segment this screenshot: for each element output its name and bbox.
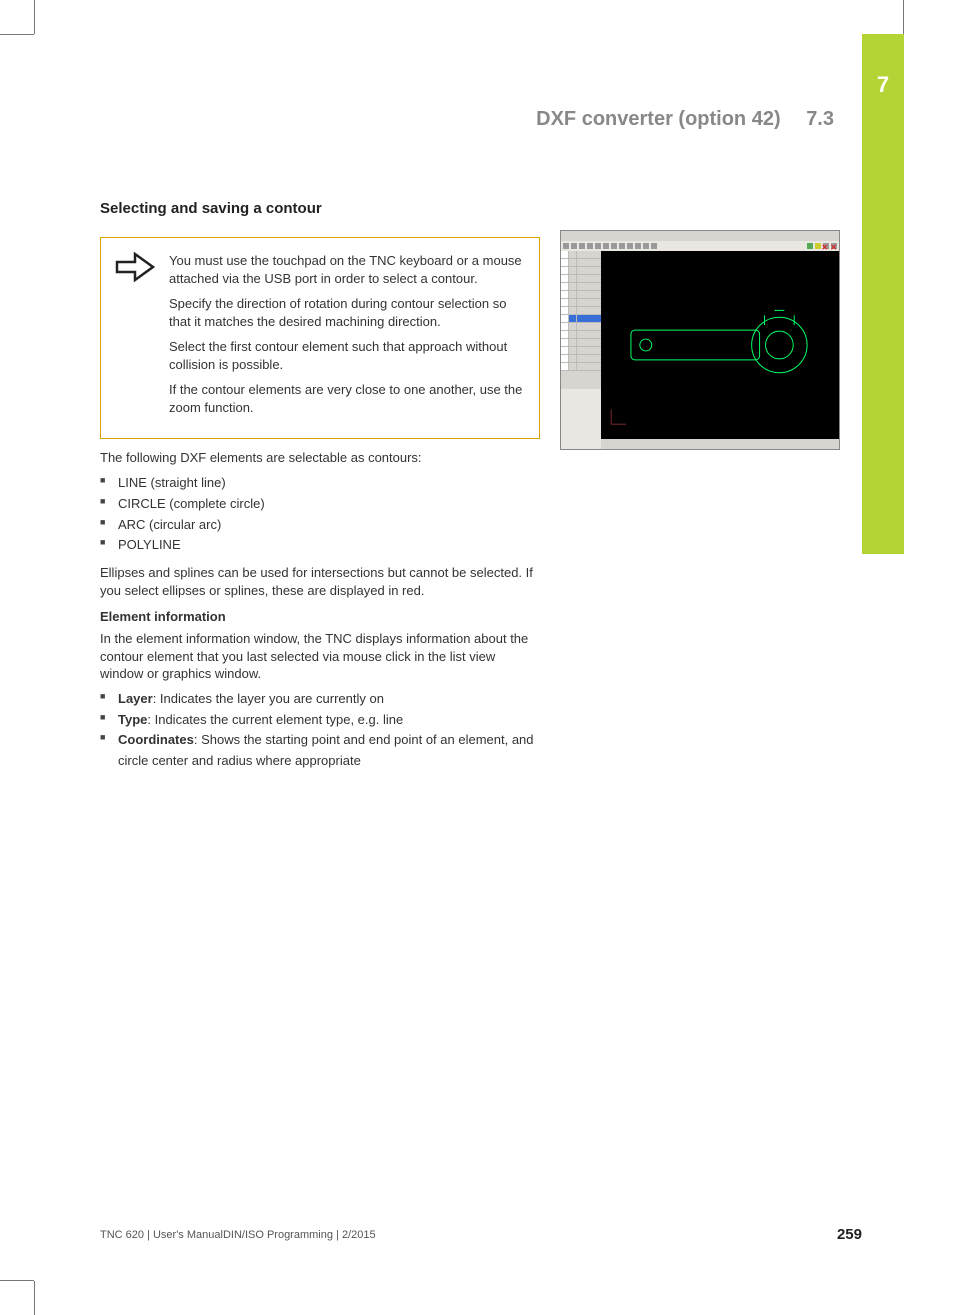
note-p4: If the contour elements are very close t… — [169, 381, 525, 416]
screenshot-titlebar — [561, 231, 839, 241]
text-layer: : Indicates the layer you are currently … — [153, 691, 384, 706]
dxf-elements-list: LINE (straight line) CIRCLE (complete ci… — [100, 473, 540, 556]
crop-mark — [34, 0, 48, 34]
note-box: You must use the touchpad on the TNC key… — [100, 237, 540, 439]
list-item: CIRCLE (complete circle) — [100, 494, 540, 515]
note-p1: You must use the touchpad on the TNC key… — [169, 252, 525, 287]
header-section: 7.3 — [806, 108, 834, 130]
screenshot-statusbar — [601, 439, 839, 449]
crop-mark — [0, 1280, 34, 1281]
chapter-number: 7 — [862, 34, 904, 98]
page-number: 259 — [837, 1226, 862, 1243]
crop-mark — [0, 34, 34, 35]
para-ellipses: Ellipses and splines can be used for int… — [100, 564, 540, 599]
chapter-tab: 7 — [862, 34, 904, 554]
page-footer: TNC 620 | User's ManualDIN/ISO Programmi… — [100, 1226, 862, 1243]
element-info-heading: Element information — [100, 609, 540, 624]
running-header: DXF converter (option 42) 7.3 — [536, 108, 834, 131]
screenshot-info-panel — [561, 389, 601, 449]
crop-mark — [34, 1281, 35, 1315]
element-info-list: Layer: Indicates the layer you are curre… — [100, 689, 540, 772]
label-coords: Coordinates — [118, 732, 194, 747]
para-elem-info: In the element information window, the T… — [100, 630, 540, 683]
text-type: : Indicates the current element type, e.… — [147, 712, 403, 727]
list-item: LINE (straight line) — [100, 473, 540, 494]
header-title: DXF converter (option 42) — [536, 108, 780, 130]
list-item: Type: Indicates the current element type… — [100, 710, 540, 731]
list-item: Coordinates: Shows the starting point an… — [100, 730, 540, 772]
list-item: Layer: Indicates the layer you are curre… — [100, 689, 540, 710]
crop-mark — [903, 0, 904, 34]
label-layer: Layer — [118, 691, 153, 706]
note-arrow-icon — [115, 252, 155, 424]
dxf-converter-screenshot: ✕ ✕ — [560, 230, 840, 450]
note-p3: Select the first contour element such th… — [169, 338, 525, 373]
label-type: Type — [118, 712, 147, 727]
list-item: ARC (circular arc) — [100, 515, 540, 536]
main-text-column: Selecting and saving a contour You must … — [100, 200, 540, 780]
screenshot-cad-view — [601, 251, 839, 439]
list-item: POLYLINE — [100, 535, 540, 556]
screenshot-toolbar — [561, 241, 839, 251]
note-text: You must use the touchpad on the TNC key… — [169, 252, 525, 424]
figure-column: ✕ ✕ — [560, 200, 860, 450]
para-following: The following DXF elements are selectabl… — [100, 449, 540, 467]
note-p2: Specify the direction of rotation during… — [169, 295, 525, 330]
footer-doc-title: TNC 620 | User's ManualDIN/ISO Programmi… — [100, 1229, 376, 1241]
section-heading: Selecting and saving a contour — [100, 200, 540, 217]
